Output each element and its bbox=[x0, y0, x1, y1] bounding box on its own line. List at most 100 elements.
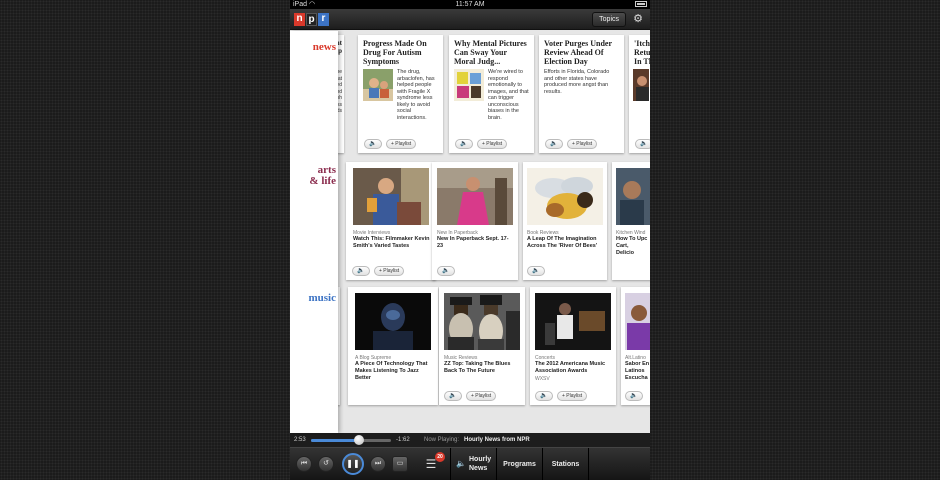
add-to-playlist-button[interactable]: + Playlist bbox=[386, 139, 417, 149]
story-headline: 'Itch Retu In Th bbox=[634, 39, 650, 66]
news-card[interactable]: Progress Made On Drug For Autism Symptom… bbox=[358, 35, 443, 153]
skip-back-icon[interactable]: ⏮ bbox=[296, 456, 312, 472]
speaker-icon[interactable]: 🔈 bbox=[635, 139, 650, 149]
story-controls: 🔈 + Playlist bbox=[352, 266, 405, 276]
progress-bar: 2:53 -1:62 Now Playing: Hourly News from… bbox=[290, 433, 650, 447]
status-bar: iPad ◠ 11:57 AM bbox=[290, 0, 650, 9]
npr-logo[interactable]: n p r bbox=[294, 13, 329, 26]
tab-programs[interactable]: Programs bbox=[496, 448, 542, 480]
story-photo bbox=[535, 293, 611, 350]
battery-icon bbox=[635, 1, 647, 7]
now-playing-title: Hourly News from NPR bbox=[464, 437, 530, 443]
clock: 11:57 AM bbox=[455, 1, 485, 8]
playlist-count-badge: 20 bbox=[435, 452, 445, 462]
scrubber-fill bbox=[311, 439, 359, 442]
news-card[interactable]: Why Mental Pictures Can Sway Your Moral … bbox=[449, 35, 534, 153]
music-card[interactable]: Music Reviews ZZ Top: Taking The Blues B… bbox=[439, 287, 525, 405]
story-controls: 🔈 bbox=[527, 266, 545, 276]
story-title: Sabor En Latinos Escucha bbox=[625, 361, 650, 381]
story-title: The 2012 Americana Music Association Awa… bbox=[535, 361, 606, 374]
arts-card-partial-right[interactable]: Kitchen Wind How To Upc Cart, Delicio bbox=[612, 162, 650, 280]
story-controls: 🔈 bbox=[635, 139, 650, 149]
arts-card[interactable]: New In Paperback New In Paperback Sept. … bbox=[432, 162, 518, 280]
add-to-playlist-button[interactable]: + Playlist bbox=[567, 139, 598, 149]
now-playing-label: Now Playing: bbox=[424, 437, 460, 443]
section-label-news[interactable]: news bbox=[290, 42, 336, 53]
story-title: A Leap Of The Imagination Across The 'Ri… bbox=[527, 236, 598, 249]
speaker-icon[interactable]: 🔈 bbox=[352, 266, 370, 276]
story-title: New In Paperback Sept. 17-23 bbox=[437, 236, 509, 249]
player-controls: ⏮ ↺ ❚❚ ⏭ ▭ ☰ 20 🔈 Hourly News Programs S… bbox=[290, 447, 650, 480]
story-photo bbox=[437, 168, 513, 225]
skip-forward-icon[interactable]: ⏭ bbox=[370, 456, 386, 472]
story-photo bbox=[616, 168, 650, 225]
arts-row: Movie Interviews Watch This: Filmmaker K… bbox=[336, 162, 650, 280]
remaining-time: -1:62 bbox=[396, 437, 410, 443]
story-controls: 🔈 bbox=[437, 266, 455, 276]
add-to-playlist-button[interactable]: + Playlist bbox=[477, 139, 508, 149]
news-row: ent Rop n the that cted nd mph ness ds P… bbox=[326, 35, 650, 153]
gear-icon[interactable]: ⚙ bbox=[630, 12, 646, 27]
audio-player: 2:53 -1:62 Now Playing: Hourly News from… bbox=[290, 433, 650, 480]
arts-card[interactable]: Movie Interviews Watch This: Filmmaker K… bbox=[346, 162, 436, 280]
story-photo bbox=[353, 168, 429, 225]
speaker-icon[interactable]: 🔈 bbox=[625, 391, 643, 401]
logo-letter-n: n bbox=[294, 13, 305, 26]
story-summary: We're wired to respond emotionally to im… bbox=[488, 69, 529, 121]
logo-letter-r: r bbox=[318, 13, 329, 26]
tab-hourly-line2: News bbox=[469, 465, 488, 472]
arts-card[interactable]: Book Reviews A Leap Of The Imagination A… bbox=[523, 162, 607, 280]
story-thumbnail bbox=[363, 69, 393, 101]
music-row: A Blog Supreme A Piece Of Technology Tha… bbox=[328, 287, 650, 405]
tab-stations[interactable]: Stations bbox=[542, 448, 588, 480]
story-headline: Why Mental Pictures Can Sway Your Moral … bbox=[454, 39, 527, 66]
tab-hourly-news[interactable]: 🔈 Hourly News bbox=[450, 448, 496, 480]
elapsed-time: 2:53 bbox=[294, 437, 306, 443]
story-thumbnail bbox=[454, 69, 484, 101]
news-card-partial-right[interactable]: 'Itch Retu In Th 🔈 bbox=[629, 35, 650, 153]
story-headline: Voter Purges Under Review Ahead Of Elect… bbox=[544, 39, 612, 66]
speaker-icon[interactable]: 🔈 bbox=[527, 266, 545, 276]
speaker-icon[interactable]: 🔈 bbox=[437, 266, 455, 276]
story-station-label: WXSV bbox=[535, 376, 550, 382]
story-title: How To Upc Cart, Delicio bbox=[616, 236, 648, 256]
story-controls: 🔈 + Playlist bbox=[455, 139, 508, 149]
news-card[interactable]: Voter Purges Under Review Ahead Of Elect… bbox=[539, 35, 624, 153]
topics-button[interactable]: Topics bbox=[592, 12, 626, 27]
tab-hourly-line1: Hourly bbox=[469, 456, 492, 463]
section-label-arts[interactable]: arts & life bbox=[290, 165, 336, 187]
section-label-music[interactable]: music bbox=[290, 293, 337, 304]
logo-letter-p: p bbox=[306, 13, 317, 26]
story-photo bbox=[527, 168, 603, 225]
story-thumbnail bbox=[633, 69, 649, 101]
section-label-arts-line2: & life bbox=[309, 175, 336, 187]
scrubber-knob[interactable] bbox=[354, 435, 364, 445]
ipad-screen: iPad ◠ 11:57 AM n p r Topics ⚙ news arts… bbox=[290, 0, 650, 480]
speaker-icon[interactable]: 🔈 bbox=[545, 139, 563, 149]
story-title: Watch This: Filmmaker Kevin Smith's Vari… bbox=[353, 236, 430, 249]
add-to-playlist-button[interactable]: + Playlist bbox=[374, 266, 405, 276]
story-photo bbox=[355, 293, 431, 350]
scrubber-track[interactable] bbox=[311, 435, 391, 445]
story-controls: 🔈 + Playlist bbox=[545, 139, 598, 149]
music-card-partial-right[interactable]: Alt.Latino Sabor En Latinos Escucha 🔈 bbox=[621, 287, 650, 405]
story-title: ZZ Top: Taking The Blues Back To The Fut… bbox=[444, 361, 511, 374]
add-to-playlist-button[interactable]: + Playlist bbox=[466, 391, 497, 401]
add-to-playlist-button[interactable]: + Playlist bbox=[557, 391, 588, 401]
story-photo bbox=[444, 293, 520, 350]
story-controls: 🔈 + Playlist bbox=[535, 391, 588, 401]
speaker-icon[interactable]: 🔈 bbox=[455, 139, 473, 149]
speaker-icon[interactable]: 🔈 bbox=[535, 391, 553, 401]
speaker-icon[interactable]: 🔈 bbox=[364, 139, 382, 149]
story-photo bbox=[625, 293, 650, 350]
pause-button[interactable]: ❚❚ bbox=[342, 453, 364, 475]
rewind-15-icon[interactable]: ↺ bbox=[318, 456, 334, 472]
story-title: A Piece Of Technology That Makes Listeni… bbox=[355, 361, 428, 381]
music-card[interactable]: Concerts The 2012 Americana Music Associ… bbox=[530, 287, 616, 405]
speaker-icon[interactable]: 🔈 bbox=[444, 391, 462, 401]
music-card[interactable]: A Blog Supreme A Piece Of Technology Tha… bbox=[348, 287, 438, 405]
story-controls: 🔈 + Playlist bbox=[444, 391, 497, 401]
top-nav-bar: n p r Topics ⚙ bbox=[290, 9, 650, 30]
section-rail: news arts & life music bbox=[290, 31, 338, 433]
airplay-icon[interactable]: ▭ bbox=[392, 456, 408, 472]
